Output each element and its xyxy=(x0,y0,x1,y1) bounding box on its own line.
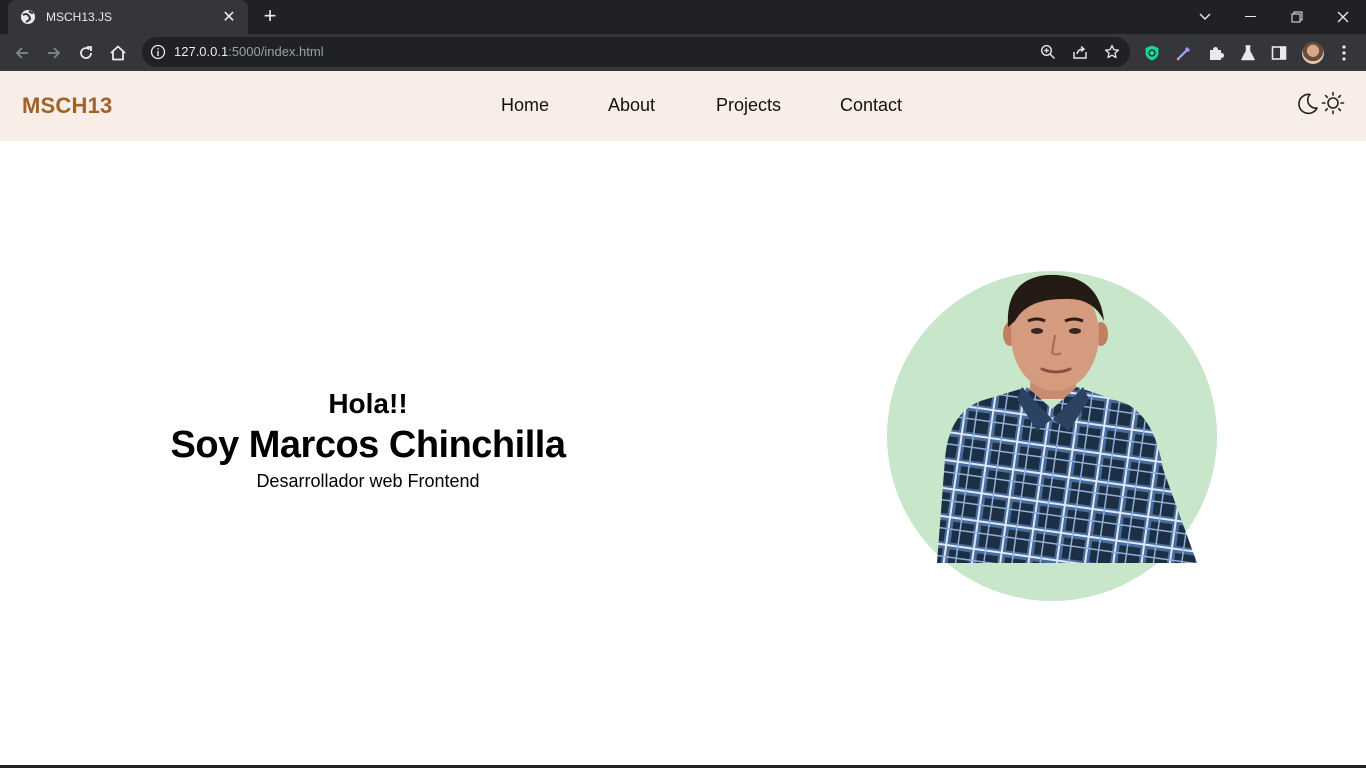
web-page: MSCH13 Home About Projects Contact Hola!… xyxy=(0,71,1366,768)
browser-tab-strip: MSCH13.JS ✕ + xyxy=(0,0,1366,34)
tab-close-icon[interactable]: ✕ xyxy=(220,7,238,27)
new-tab-button[interactable]: + xyxy=(258,5,282,29)
hero-name: Soy Marcos Chinchilla xyxy=(170,424,566,466)
profile-avatar[interactable] xyxy=(1302,42,1324,64)
menu-kebab-icon[interactable] xyxy=(1333,42,1355,64)
zoom-icon[interactable] xyxy=(1039,43,1057,61)
globe-icon xyxy=(20,9,36,25)
back-icon[interactable] xyxy=(9,40,35,66)
nav-link-contact[interactable]: Contact xyxy=(840,95,902,116)
site-navbar: MSCH13 Home About Projects Contact xyxy=(0,71,1366,141)
tab-title: MSCH13.JS xyxy=(46,10,113,24)
star-icon[interactable] xyxy=(1103,43,1121,61)
share-icon[interactable] xyxy=(1071,43,1089,61)
sun-icon[interactable] xyxy=(1321,91,1347,117)
url-path: :5000/index.html xyxy=(228,44,324,59)
browser-tab[interactable]: MSCH13.JS ✕ xyxy=(8,0,248,34)
reload-icon[interactable] xyxy=(73,40,99,66)
nav-link-projects[interactable]: Projects xyxy=(716,95,781,116)
shield-extension-icon[interactable] xyxy=(1141,42,1163,64)
restore-button[interactable] xyxy=(1274,0,1320,34)
site-logo[interactable]: MSCH13 xyxy=(22,93,112,119)
nav-link-home[interactable]: Home xyxy=(501,95,549,116)
eyedropper-extension-icon[interactable] xyxy=(1173,42,1195,64)
close-window-button[interactable] xyxy=(1320,0,1366,34)
hero-greeting: Hola!! xyxy=(328,388,408,419)
minimize-button[interactable] xyxy=(1228,0,1274,34)
forward-icon[interactable] xyxy=(41,40,67,66)
profile-portrait xyxy=(887,269,1217,601)
url-text: 127.0.0.1:5000/index.html xyxy=(174,44,324,59)
browser-toolbar: 127.0.0.1:5000/index.html xyxy=(0,34,1366,71)
tab-search-icon[interactable] xyxy=(1182,0,1228,34)
hero-intro: Hola!! Soy Marcos Chinchilla Desarrollad… xyxy=(168,388,568,492)
home-icon[interactable] xyxy=(105,40,131,66)
flask-labs-icon[interactable] xyxy=(1237,42,1259,64)
extensions-puzzle-icon[interactable] xyxy=(1205,42,1227,64)
side-panel-icon[interactable] xyxy=(1268,42,1290,64)
nav-link-about[interactable]: About xyxy=(608,95,655,116)
hero-role: Desarrollador web Frontend xyxy=(256,471,480,491)
info-icon[interactable] xyxy=(150,44,166,60)
address-bar[interactable]: 127.0.0.1:5000/index.html xyxy=(142,37,1130,67)
url-host: 127.0.0.1 xyxy=(174,44,229,59)
moon-icon[interactable] xyxy=(1294,91,1320,117)
